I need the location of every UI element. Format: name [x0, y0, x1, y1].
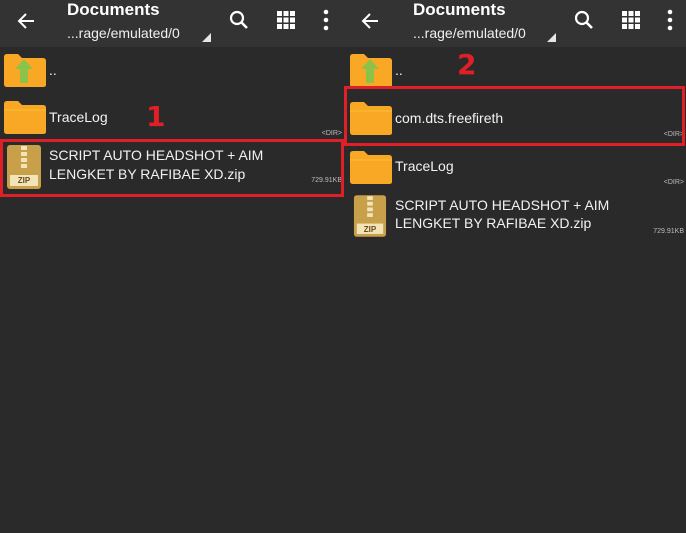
back-button[interactable] [356, 7, 384, 35]
toolbar-title: Documents [67, 0, 160, 19]
toolbar: Documents ...rage/emulated/0 [0, 0, 344, 47]
file-name: TraceLog [395, 158, 454, 174]
dropdown-triangle-icon[interactable] [202, 33, 211, 42]
back-button[interactable] [12, 7, 40, 35]
more-vert-icon [323, 9, 329, 31]
file-browser-panel-right: Documents ...rage/emulated/0 .. com.dts.… [344, 0, 686, 533]
search-icon [229, 10, 248, 29]
more-options-button[interactable] [657, 7, 683, 33]
annotation-step-number: 1 [146, 100, 166, 133]
toolbar-title: Documents [413, 0, 506, 19]
file-name-line-2: LENGKET BY RAFIBAE XD.zip [395, 215, 592, 231]
file-name-line-2: LENGKET BY RAFIBAE XD.zip [49, 166, 246, 182]
grid-view-icon [277, 11, 295, 29]
file-meta: 729.91KB [653, 228, 684, 235]
file-name: com.dts.freefireth [395, 110, 504, 126]
folder-icon [350, 151, 392, 184]
folder-icon [350, 102, 392, 135]
search-button[interactable] [571, 7, 597, 33]
list-item-zip-file[interactable]: ZIP SCRIPT AUTO HEADSHOT + AIM LENGKET B… [0, 141, 344, 193]
list-item-folder[interactable]: TraceLog <DIR> [0, 95, 344, 139]
more-options-button[interactable] [313, 7, 339, 33]
more-vert-icon [667, 9, 673, 31]
path-selector[interactable]: ...rage/emulated/0 [413, 25, 526, 41]
file-browser-panel-left: Documents ...rage/emulated/0 .. TraceLog… [0, 0, 344, 533]
list-item-folder[interactable]: TraceLog <DIR> [344, 147, 686, 193]
zip-label: ZIP [17, 176, 31, 185]
list-item-folder[interactable]: com.dts.freefireth <DIR> [344, 93, 686, 143]
list-item-zip-file[interactable]: ZIP SCRIPT AUTO HEADSHOT + AIM LENGKET B… [344, 193, 686, 239]
annotation-step-number: 2 [457, 48, 477, 81]
search-icon [574, 10, 593, 29]
search-button[interactable] [226, 7, 252, 33]
file-name-line-1: SCRIPT AUTO HEADSHOT + AIM [49, 147, 264, 163]
folder-icon [4, 101, 46, 134]
grid-view-button[interactable] [273, 7, 299, 33]
toolbar: Documents ...rage/emulated/0 [344, 0, 686, 47]
dropdown-triangle-icon[interactable] [547, 33, 556, 42]
file-name: TraceLog [49, 109, 108, 125]
file-name: .. [49, 62, 57, 78]
list-item-parent-directory[interactable]: .. [344, 47, 686, 89]
path-selector[interactable]: ...rage/emulated/0 [67, 25, 180, 41]
grid-view-button[interactable] [618, 7, 644, 33]
folder-up-icon [350, 54, 392, 87]
zip-label: ZIP [363, 225, 377, 234]
list-item-parent-directory[interactable]: .. [0, 47, 344, 92]
file-name: .. [395, 62, 403, 78]
grid-view-icon [622, 11, 640, 29]
file-meta: <DIR> [663, 179, 684, 186]
file-meta: <DIR> [663, 131, 684, 138]
file-name-line-1: SCRIPT AUTO HEADSHOT + AIM [395, 197, 610, 213]
arrow-back-icon [17, 13, 34, 29]
file-meta: 729.91KB [311, 177, 342, 184]
folder-up-icon [4, 54, 46, 87]
arrow-back-icon [361, 13, 378, 29]
file-meta: <DIR> [321, 130, 342, 137]
